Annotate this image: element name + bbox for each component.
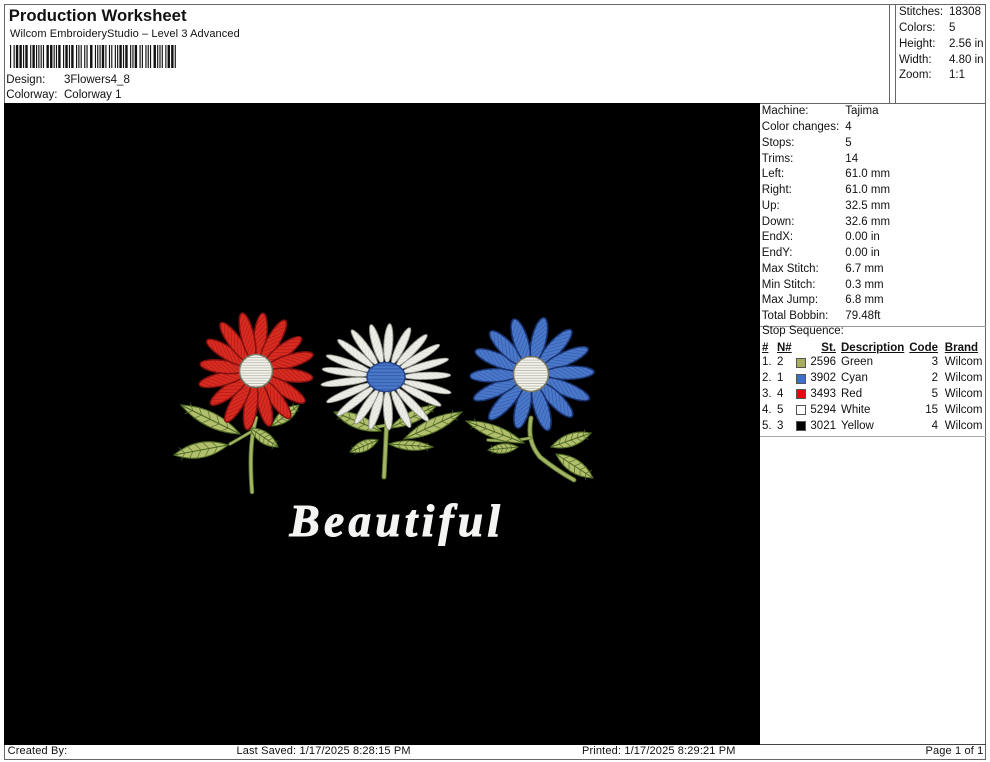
svg-text:Beautiful: Beautiful — [289, 496, 505, 546]
